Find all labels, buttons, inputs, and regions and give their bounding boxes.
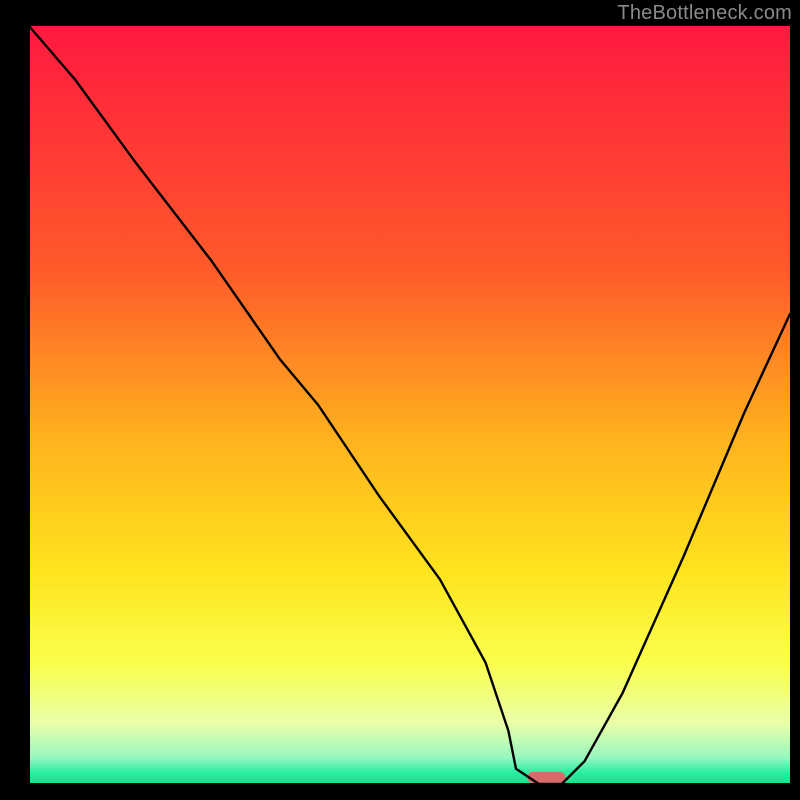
watermark-text: TheBottleneck.com [617,2,792,25]
gradient-background [29,26,790,784]
chart-container: TheBottleneck.com [0,0,800,800]
chart-svg [0,0,800,800]
